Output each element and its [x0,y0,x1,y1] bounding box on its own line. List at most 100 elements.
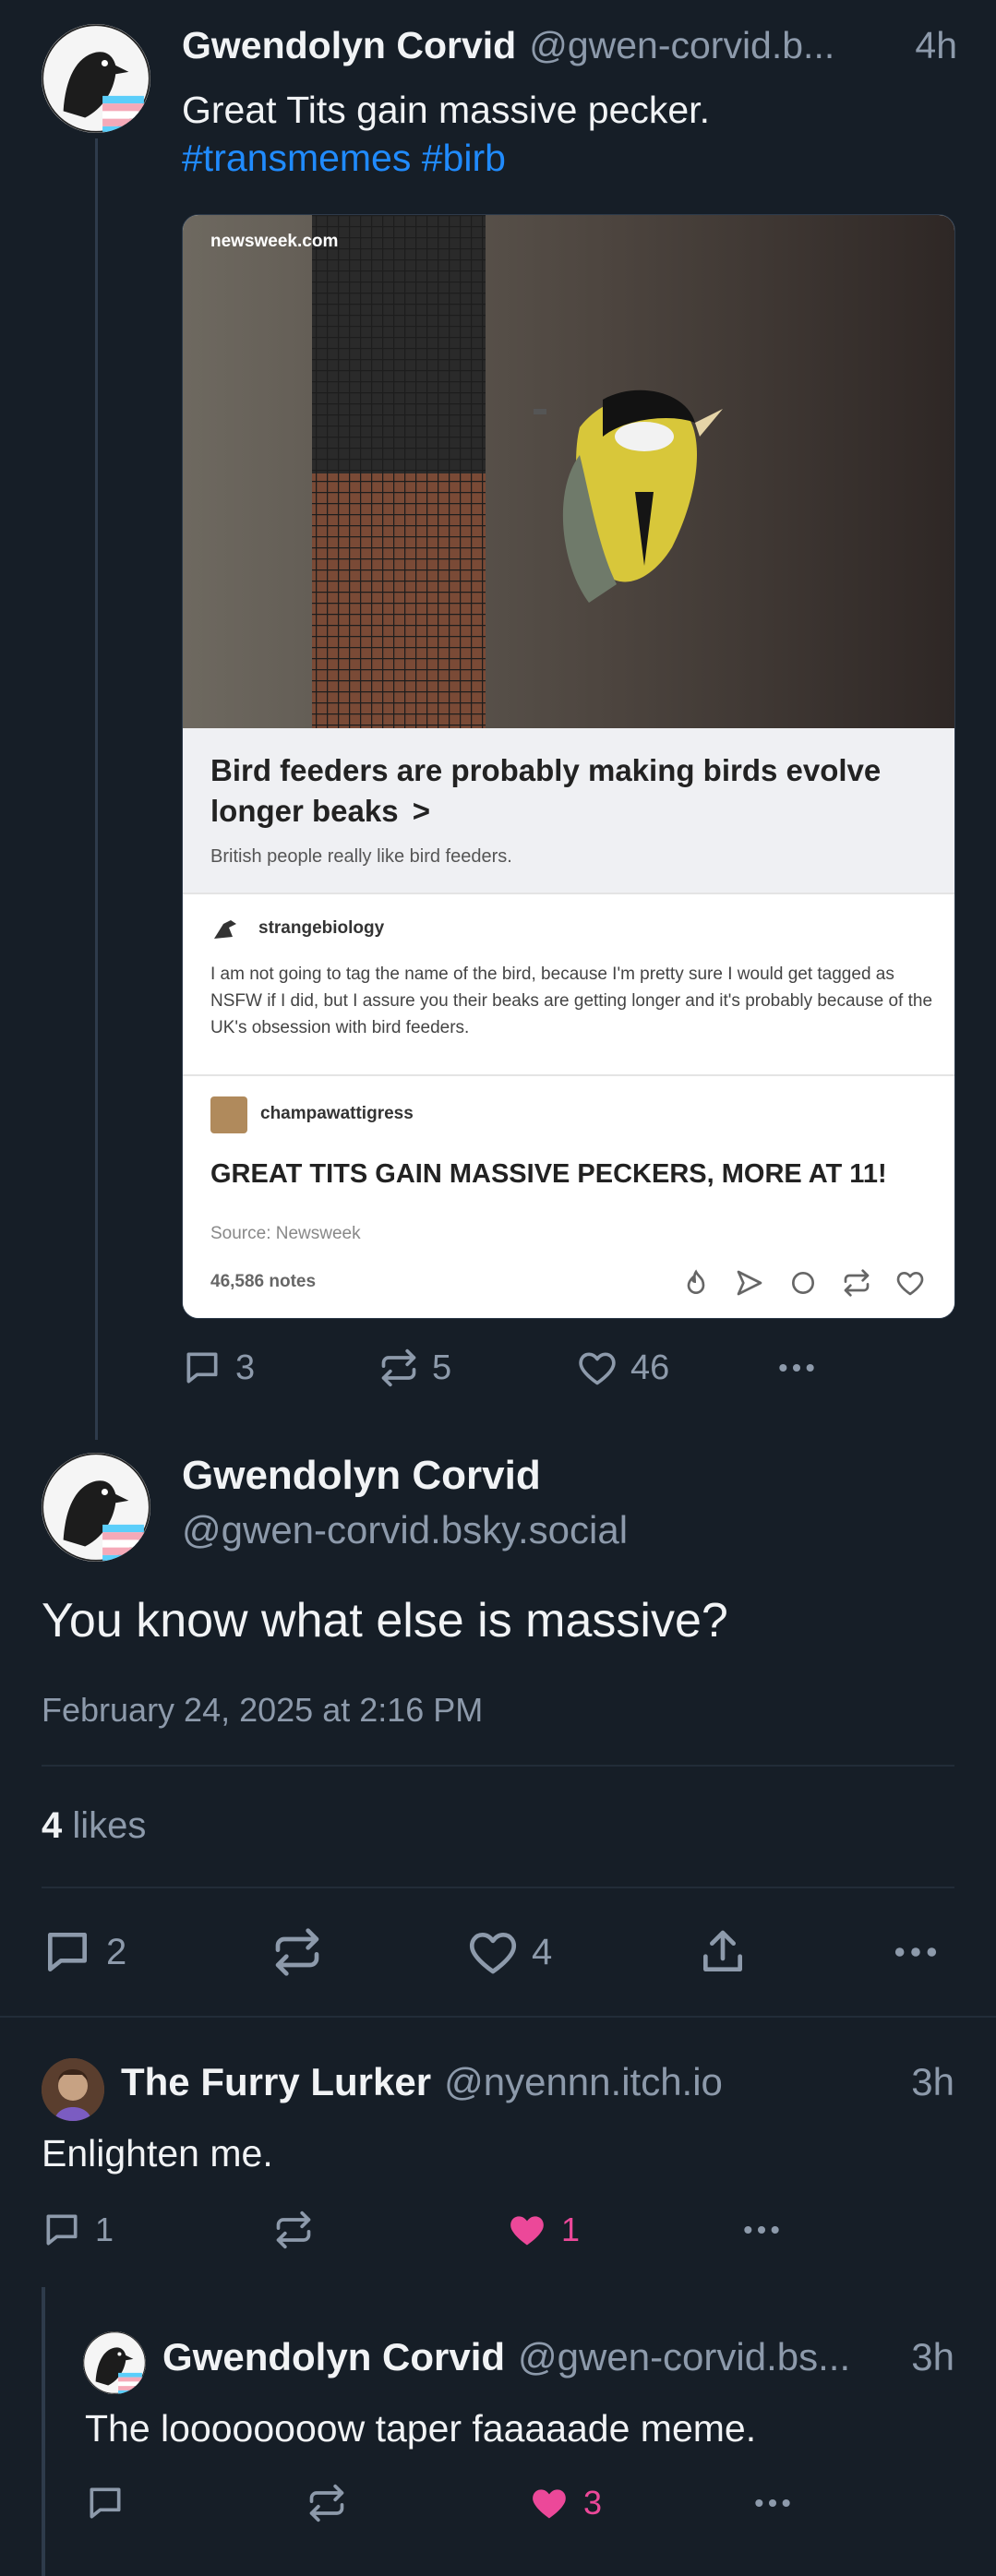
like-count: 4 [532,1931,553,1972]
reply-button[interactable]: 2 [42,1926,126,1978]
like-count: 3 [583,2484,603,2522]
post-time[interactable]: 3h [911,2060,954,2104]
repost-button[interactable] [273,2210,314,2250]
post-timestamp: February 24, 2025 at 2:16 PM [42,1691,484,1729]
corvid-avatar-icon [42,24,150,133]
reblog-champawattigress: champawattigress GREAT TITS GAIN MASSIVE… [183,1074,954,1318]
headline-subtitle: British people really like bird feeders. [210,846,512,867]
reply-count: 2 [106,1931,127,1972]
blaze-icon [687,1269,705,1294]
more-dots-icon [738,2210,785,2250]
author-handle[interactable]: @gwen-corvid.bs... [518,2335,850,2379]
like-button[interactable]: 1 [506,2210,580,2250]
nested-thread-line [42,2287,45,2576]
more-options-button[interactable] [892,1926,940,1978]
likes-label: likes [72,1805,147,1846]
reblogger-name: strangebiology [258,918,385,938]
reblog-strangebiology: strangebiology I am not going to tag the… [183,893,954,1076]
like-count: 46 [630,1348,670,1387]
post-tags[interactable]: #transmemes #birb [182,137,506,180]
author-handle[interactable]: @nyennn.itch.io [444,2060,723,2104]
reblog-body: GREAT TITS GAIN MASSIVE PECKERS, MORE AT… [210,1159,887,1189]
reply-count: 3 [235,1348,256,1387]
comment-icon [792,1272,814,1294]
reply-icon [85,2483,126,2523]
divider [42,1887,954,1888]
source-site: newsweek.com [210,232,339,251]
author-name[interactable]: Gwendolyn Corvid [182,1453,541,1499]
repost-icon [271,1926,323,1978]
divider [42,1765,954,1767]
like-button[interactable]: 46 [577,1348,669,1388]
embedded-image[interactable]: newsweek.com Bird feeders are probably m… [182,214,955,1319]
author-name[interactable]: The Furry Lurker [121,2060,431,2104]
reblog-icon [842,1268,871,1298]
post-time[interactable]: 4h [915,24,957,67]
reply-header: Gwendolyn Corvid @gwen-corvid.bs... 3h [162,2335,954,2387]
heart-filled-icon [506,2210,548,2250]
headline-text: Bird feeders are probably making birds e… [210,753,882,828]
heart-filled-icon [528,2483,570,2523]
heart-icon [467,1926,519,1978]
notes-count: 46,586 notes [210,1272,317,1291]
avatar[interactable] [42,1453,150,1562]
furry-avatar-icon [42,2058,104,2121]
author-handle[interactable]: @gwen-corvid.b... [529,24,834,67]
avatar[interactable] [42,2058,104,2121]
repost-icon [378,1348,419,1388]
post-text: You know what else is massive? [42,1594,728,1647]
share-icon [697,1926,749,1978]
author-handle[interactable]: @gwen-corvid.bsky.social [182,1508,628,1552]
reblogger-avatar [210,1096,247,1133]
post-text: Enlighten me. [42,2132,273,2175]
likes-count: 4 [42,1805,63,1846]
reply-icon [42,1926,93,1978]
reply-button[interactable] [85,2483,126,2523]
author-name[interactable]: Gwendolyn Corvid [162,2335,505,2379]
divider [0,2016,996,2018]
like-button[interactable]: 3 [528,2483,602,2523]
more-dots-icon [750,2483,796,2523]
repost-button[interactable] [271,1926,323,1978]
send-icon [737,1270,762,1296]
corvid-avatar-icon [42,1453,150,1562]
share-button[interactable] [697,1926,749,1978]
bird-feeder-photo [183,215,954,728]
more-dots-icon [892,1926,940,1978]
reply-count: 1 [95,2211,114,2248]
chevron-right-icon: > [412,794,431,828]
reply-button[interactable]: 1 [42,2210,114,2250]
skeleton-bird-icon [214,920,236,939]
thread-line [95,138,98,1440]
repost-button[interactable] [306,2483,347,2523]
reply-icon [182,1348,222,1388]
heart-icon [577,1348,618,1388]
reblogger-name: champawattigress [260,1104,414,1123]
reply-button[interactable]: 3 [182,1348,255,1388]
avatar[interactable] [42,24,150,133]
more-options-button[interactable] [750,2483,796,2523]
tumblr-actions [681,1268,925,1298]
source-line: Source: Newsweek [210,1224,361,1243]
more-options-button[interactable] [774,1348,820,1388]
repost-icon [273,2210,314,2250]
likes-summary[interactable]: 4 likes [42,1805,146,1847]
more-dots-icon [774,1348,820,1388]
reblogger-avatar [210,915,240,944]
repost-count: 5 [432,1348,452,1387]
post-time[interactable]: 3h [911,2335,954,2379]
like-button[interactable]: 4 [467,1926,552,1978]
post-text: Great Tits gain massive pecker. [182,89,710,131]
post-text: The loooooooow taper faaaaade meme. [85,2407,757,2450]
reply-header: The Furry Lurker @nyennn.itch.io 3h [121,2060,954,2112]
corvid-avatar-icon [83,2331,146,2394]
more-options-button[interactable] [738,2210,785,2250]
post-header: Gwendolyn Corvid @gwen-corvid.b... 4h [182,24,957,70]
reply-icon [42,2210,82,2250]
heart-icon [895,1268,925,1298]
like-count: 1 [561,2211,581,2248]
avatar[interactable] [83,2331,146,2394]
repost-icon [306,2483,347,2523]
author-name[interactable]: Gwendolyn Corvid [182,24,516,67]
repost-button[interactable]: 5 [378,1348,451,1388]
